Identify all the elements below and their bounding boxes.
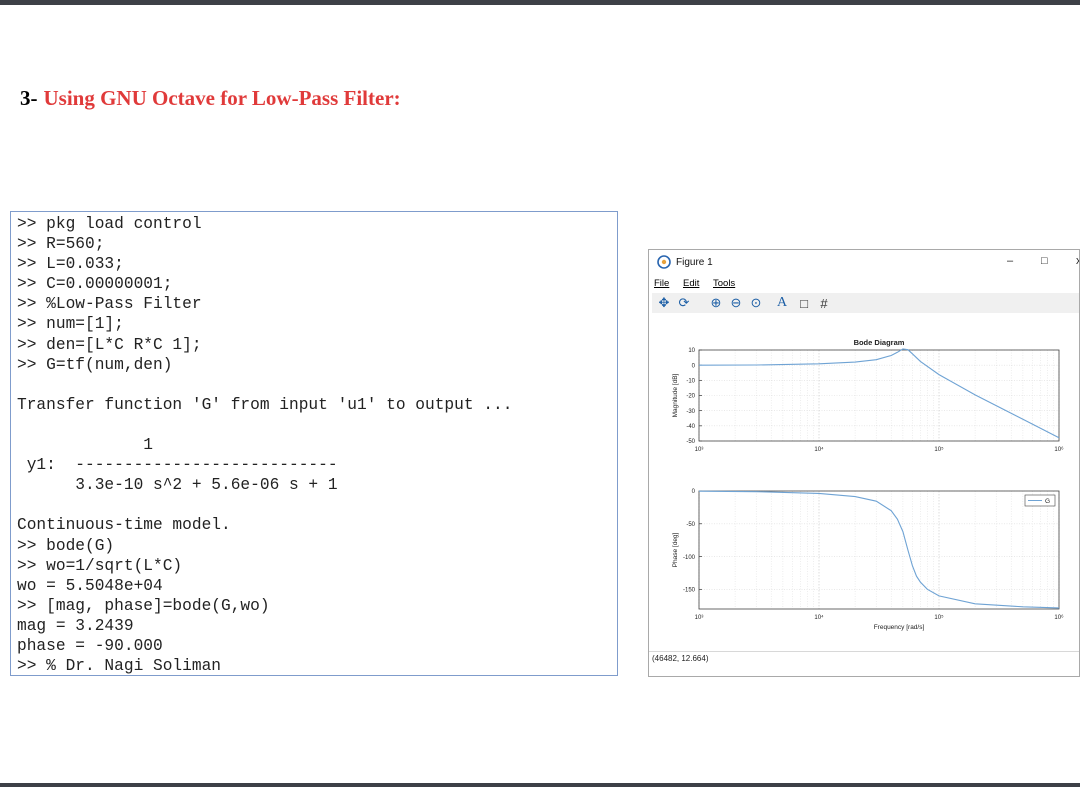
figure-menubar: File Edit Tools: [649, 276, 1079, 292]
minimize-button[interactable]: –: [1007, 255, 1013, 267]
console-output: >> pkg load control >> R=560; >> L=0.033; >…: [17, 214, 512, 676]
y-tick-label: -10: [686, 379, 695, 385]
console-line: phase = -90.000: [17, 636, 163, 655]
x-tick-label: 10⁵: [934, 446, 944, 453]
console-line: >> G=tf(num,den): [17, 355, 173, 374]
pan-icon[interactable]: ✥: [655, 295, 673, 311]
bode-plot-area[interactable]: Bode Diagram100-10-20-30-40-5010³ 10⁴ 10⁵ 1…: [649, 313, 1079, 653]
console-line: >> C=0.00000001;: [17, 275, 173, 294]
menu-tools[interactable]: Tools: [713, 278, 735, 289]
x-tick-label: 10⁶: [1054, 446, 1064, 453]
chart-title: Bode Diagram: [854, 338, 905, 347]
series-line: [698, 348, 1060, 439]
console-line: Transfer function 'G' from input 'u1' to…: [17, 395, 513, 414]
console-line: >> bode(G): [17, 536, 115, 555]
y-tick-label: -30: [686, 409, 695, 415]
section-number: 3-: [20, 86, 38, 110]
x-axis-label: Frequency [rad/s]: [874, 624, 925, 631]
section-title: Using GNU Octave for Low-Pass Filter:: [43, 86, 401, 110]
legend-label: G: [1045, 498, 1050, 505]
console-line: >> R=560;: [17, 235, 105, 254]
figure-titlebar: Figure 1 – □ x: [649, 250, 1079, 274]
status-divider: [649, 651, 1079, 652]
console-line: Continuous-time model.: [17, 516, 231, 535]
rotate-icon[interactable]: ⟳: [675, 295, 693, 311]
console-line: 3.3e-10 s^2 + 5.6e-06 s + 1: [17, 476, 338, 495]
x-tick-label: 10⁵: [934, 614, 944, 621]
text-icon[interactable]: A: [773, 295, 791, 311]
octave-app-icon: [657, 255, 671, 269]
x-tick-label: 10³: [695, 615, 704, 621]
console-line: >> % Dr. Nagi Soliman: [17, 657, 221, 676]
axes-box: [698, 490, 1060, 610]
close-button[interactable]: x: [1076, 255, 1079, 267]
figure-title: Figure 1: [676, 257, 713, 268]
console-line: >> %Low-Pass Filter: [17, 295, 202, 314]
console-line: >> [mag, phase]=bode(G,wo): [17, 596, 270, 615]
y-tick-label: 0: [692, 363, 696, 369]
axes-box-icon[interactable]: □: [795, 295, 813, 311]
y-tick-label: -40: [686, 424, 695, 430]
console-line: wo = 5.5048e+04: [17, 576, 163, 595]
y-tick-label: 0: [692, 489, 696, 495]
console-line: >> wo=1/sqrt(L*C): [17, 556, 183, 575]
zoom-in-icon[interactable]: ⊕: [707, 295, 725, 311]
console-line: y1: ---------------------------: [17, 456, 338, 475]
console-line: 1: [17, 436, 153, 455]
figure-window: Figure 1 – □ x File Edit Tools ✥ ⟳ ⊕ ⊖ ⊙…: [648, 249, 1080, 677]
y-tick-label: -50: [686, 522, 695, 528]
console-line: >> num=[1];: [17, 315, 124, 334]
menu-edit[interactable]: Edit: [683, 278, 699, 289]
y-tick-label: -20: [686, 394, 695, 400]
console-line: >> pkg load control: [17, 215, 202, 233]
console-line: >> L=0.033;: [17, 255, 124, 274]
console-line: >> den=[L*C R*C 1];: [17, 335, 202, 354]
section-heading: 3- Using GNU Octave for Low-Pass Filter:: [20, 86, 401, 111]
figure-toolbar: ✥ ⟳ ⊕ ⊖ ⊙ A □ #: [652, 293, 1079, 313]
zoom-out-icon[interactable]: ⊖: [727, 295, 745, 311]
maximize-button[interactable]: □: [1041, 255, 1048, 267]
series-line: [698, 490, 1060, 609]
bottom-border: [0, 783, 1080, 787]
x-tick-label: 10⁴: [814, 446, 824, 453]
console-line: mag = 3.2439: [17, 616, 134, 635]
grid-icon[interactable]: #: [815, 295, 833, 311]
menu-file[interactable]: File: [654, 278, 669, 289]
x-tick-label: 10⁴: [814, 614, 824, 621]
x-tick-label: 10³: [695, 447, 704, 453]
x-tick-label: 10⁶: [1054, 614, 1064, 621]
octave-console: >> pkg load control >> R=560; >> L=0.033; >…: [10, 211, 618, 676]
zoom-reset-icon[interactable]: ⊙: [747, 295, 765, 311]
cursor-status: (46482, 12.664): [652, 654, 709, 663]
y-tick-label: -50: [686, 439, 695, 445]
y-tick-label: 10: [688, 348, 695, 354]
top-border: [0, 0, 1080, 5]
y-axis-label: Phase [deg]: [672, 532, 679, 567]
y-tick-label: -100: [683, 555, 696, 561]
y-tick-label: -150: [683, 588, 696, 594]
y-axis-label: Magnitude [dB]: [672, 373, 679, 417]
